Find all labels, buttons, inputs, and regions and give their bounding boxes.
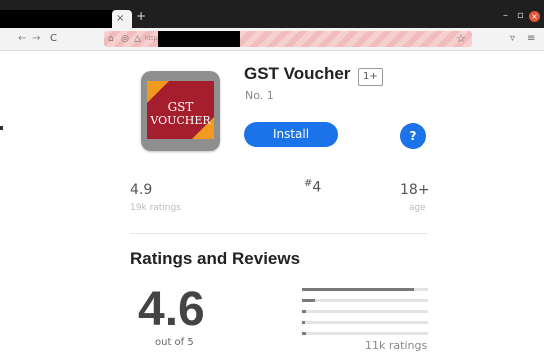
app-icon-logo: GST VOUCHER (147, 81, 214, 139)
browser-tab-bar: × + – ▫ × (0, 0, 544, 28)
logo-text-voucher: VOUCHER (150, 114, 211, 127)
pocket-icon[interactable]: ▿ (510, 31, 515, 47)
reader-icon[interactable]: ⌂ (108, 31, 114, 47)
section-divider (130, 233, 428, 234)
close-window-icon[interactable]: × (529, 11, 540, 22)
bookmark-star-icon[interactable]: ☆ (456, 31, 466, 47)
stat-ratings-count: 19k ratings (130, 203, 181, 213)
rating-bar-3-star (302, 310, 428, 313)
lock-icon[interactable]: △ (134, 31, 141, 47)
average-rating: 4.6 (138, 283, 205, 336)
minimize-icon[interactable]: – (503, 10, 508, 21)
install-button[interactable]: Install (244, 122, 338, 147)
browser-tab[interactable]: × (112, 10, 132, 28)
edge-marker (0, 126, 3, 130)
rating-bar-5-star (302, 288, 428, 291)
out-of-label: out of 5 (155, 337, 194, 348)
rating-bar-4-star (302, 299, 428, 302)
stat-rank: #4 (304, 178, 321, 196)
rating-bar-fill (302, 299, 315, 302)
url-bar[interactable]: ⌂ ◎ △ http ☆ (104, 31, 472, 47)
logo-text-gst: GST (167, 100, 194, 114)
stat-age-value: 18+ (400, 182, 430, 198)
app-rank-subtitle: No. 1 (245, 89, 274, 102)
age-rating-badge: 1+ (358, 68, 383, 86)
stat-age-label: age (409, 203, 426, 213)
stat-rating-value: 4.9 (130, 182, 153, 198)
close-tab-icon[interactable]: × (116, 11, 124, 27)
app-icon: GST VOUCHER (141, 71, 220, 151)
forward-icon[interactable]: → (32, 31, 40, 47)
rating-bar-fill (302, 310, 306, 313)
logo-corner-top (147, 81, 169, 103)
rating-bar-2-star (302, 321, 428, 324)
browser-nav-bar: ← → C ⌂ ◎ △ http ☆ ▿ ≡ (0, 28, 544, 51)
url-text: http (145, 35, 158, 42)
rating-bar-fill (302, 332, 306, 335)
redacted-region (158, 31, 240, 47)
rating-bar-fill (302, 288, 415, 291)
rating-bar-1-star (302, 332, 428, 335)
rank-value: 4 (312, 179, 322, 196)
rating-bar-fill (302, 321, 305, 324)
app-title: GST Voucher (244, 64, 351, 83)
back-icon[interactable]: ← (18, 31, 26, 47)
rating-distribution (302, 288, 428, 343)
help-button[interactable]: ? (400, 123, 426, 149)
shield-icon[interactable]: ◎ (121, 31, 129, 47)
redacted-region (0, 10, 112, 28)
maximize-icon[interactable]: ▫ (517, 10, 524, 21)
reload-icon[interactable]: C (50, 31, 57, 47)
menu-icon[interactable]: ≡ (527, 31, 535, 47)
ratings-count-label: 11k ratings (365, 339, 428, 352)
ratings-section-title: Ratings and Reviews (130, 249, 301, 268)
new-tab-icon[interactable]: + (136, 9, 146, 23)
